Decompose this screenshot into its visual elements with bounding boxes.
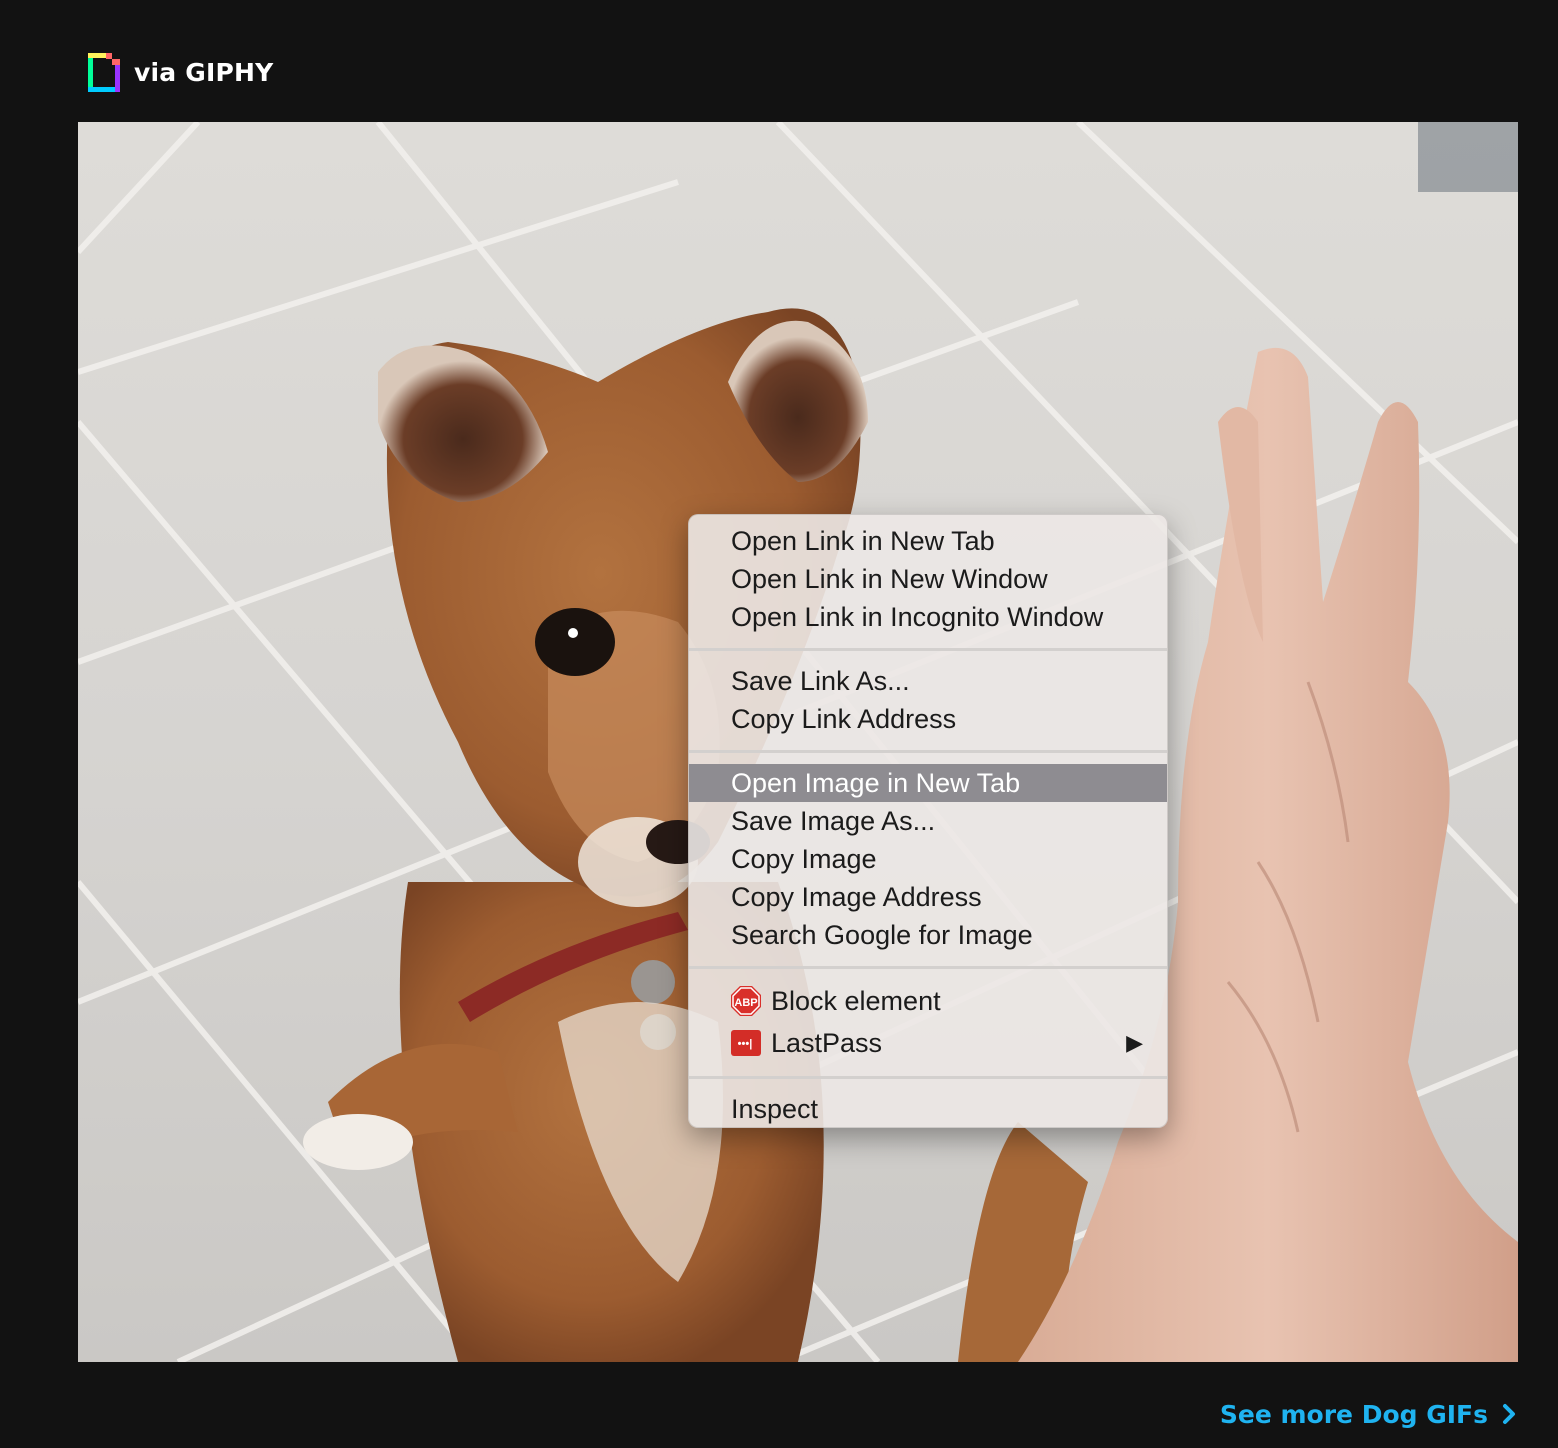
lastpass-label: LastPass (771, 1028, 883, 1058)
menu-item-copy-link-address[interactable]: Copy Link Address (689, 700, 1167, 738)
menu-item-copy-image[interactable]: Copy Image (689, 840, 1167, 878)
menu-item-save-link-as[interactable]: Save Link As... (689, 662, 1167, 700)
block-element-label: Block element (771, 986, 941, 1016)
menu-item-open-link-new-window[interactable]: Open Link in New Window (689, 560, 1167, 598)
giphy-attribution[interactable]: via GIPHY (88, 50, 273, 94)
menu-item-open-link-incognito[interactable]: Open Link in Incognito Window (689, 598, 1167, 636)
see-more-label: See more Dog GIFs (1219, 1399, 1488, 1429)
lastpass-icon: •••| (731, 1028, 761, 1058)
adblock-plus-icon: ABP (731, 986, 761, 1016)
menu-separator (689, 966, 1167, 969)
menu-item-open-image-new-tab[interactable]: Open Image in New Tab (689, 764, 1167, 802)
via-giphy-label: via GIPHY (134, 57, 274, 87)
chevron-right-icon (1503, 1404, 1515, 1424)
menu-item-block-element[interactable]: ABP Block element (689, 980, 1167, 1022)
context-menu: Open Link in New Tab Open Link in New Wi… (688, 514, 1168, 1128)
svg-text:•••|: •••| (738, 1038, 753, 1050)
menu-item-search-google-image[interactable]: Search Google for Image (689, 916, 1167, 954)
menu-separator (689, 648, 1167, 651)
menu-item-open-link-new-tab[interactable]: Open Link in New Tab (689, 522, 1167, 560)
menu-separator (689, 750, 1167, 753)
menu-item-inspect[interactable]: Inspect (689, 1090, 1167, 1128)
menu-item-copy-image-address[interactable]: Copy Image Address (689, 878, 1167, 916)
menu-item-save-image-as[interactable]: Save Image As... (689, 802, 1167, 840)
menu-separator (689, 1076, 1167, 1079)
svg-text:ABP: ABP (734, 997, 757, 1009)
see-more-dog-gifs-link[interactable]: See more Dog GIFs (1220, 1394, 1516, 1434)
giphy-logo-icon (88, 53, 120, 92)
menu-item-lastpass[interactable]: •••| LastPass ▶ (689, 1022, 1167, 1064)
submenu-arrow-icon: ▶ (1126, 1030, 1143, 1055)
